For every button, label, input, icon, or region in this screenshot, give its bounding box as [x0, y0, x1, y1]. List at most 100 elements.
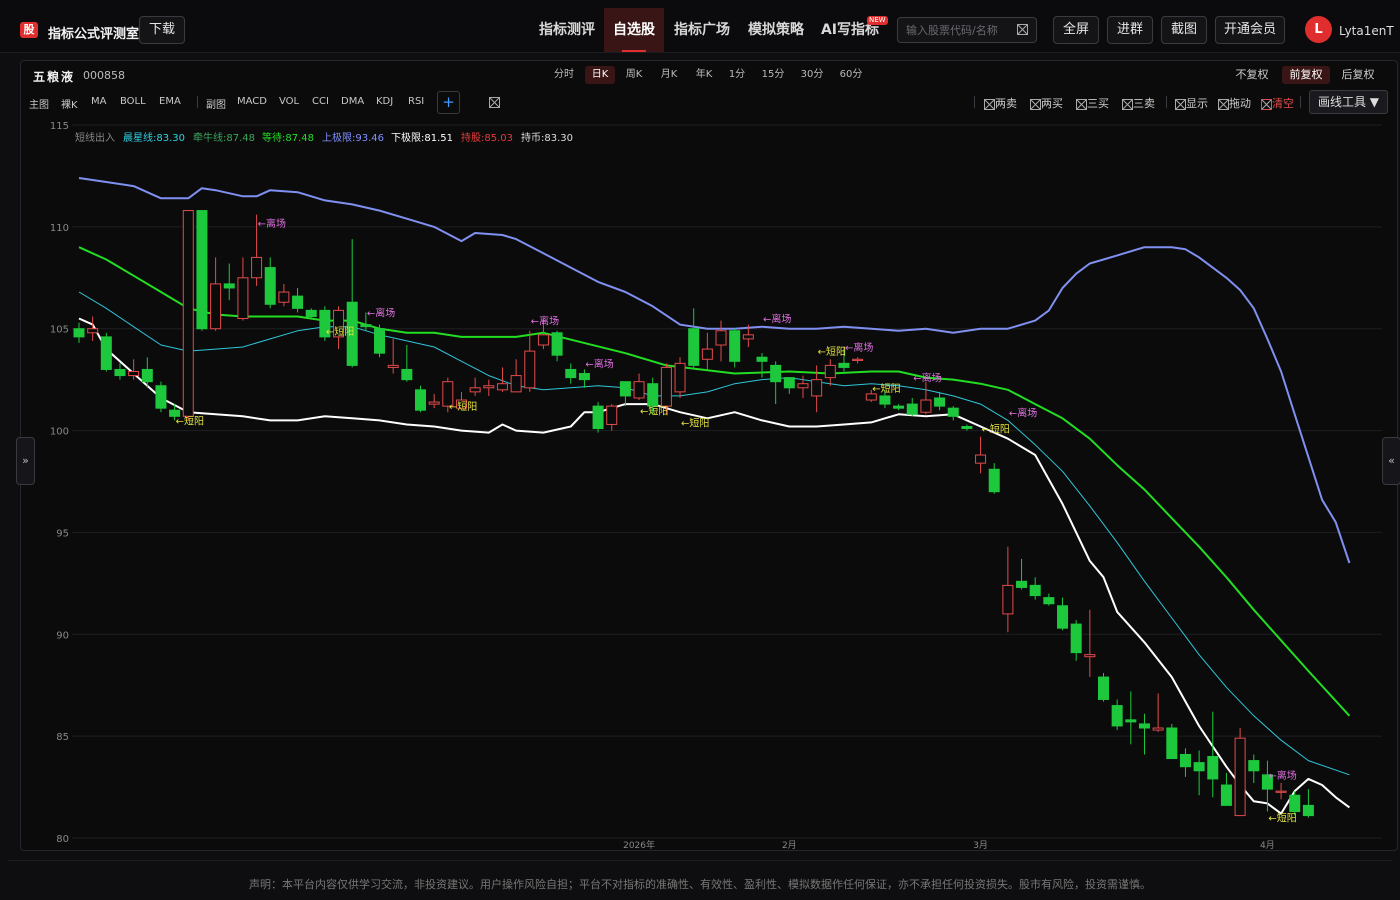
- candle-down: [1207, 756, 1219, 780]
- candle-down: [1193, 762, 1205, 772]
- candle-down: [73, 328, 85, 338]
- candle-down: [1098, 676, 1109, 700]
- candle-down: [100, 336, 112, 370]
- candle-down: [619, 381, 631, 397]
- candle-up: [251, 256, 263, 279]
- candle-down: [551, 332, 563, 356]
- signal-annotation: ←短阳: [818, 345, 846, 358]
- candle-down: [688, 328, 700, 366]
- candle-up: [524, 350, 536, 389]
- candle-down: [1138, 723, 1150, 729]
- x-tick-label: 4月: [1260, 840, 1275, 851]
- x-tick-label: 2月: [782, 840, 797, 851]
- candle-down: [988, 468, 1000, 493]
- candle-up: [606, 405, 618, 425]
- candle-down: [374, 328, 386, 354]
- lower-limit-line: [78, 317, 1350, 815]
- candle-down: [1043, 597, 1055, 605]
- signal-annotation: ←离场: [1268, 769, 1296, 782]
- signal-annotation: ←短阳: [982, 423, 1010, 436]
- signal-annotation: ←短阳: [449, 400, 477, 413]
- candle-up: [797, 383, 809, 389]
- candle-up: [633, 381, 645, 399]
- signal-annotation: ←离场: [1009, 406, 1037, 419]
- candle-down: [756, 356, 768, 362]
- left-panel-toggle[interactable]: »: [16, 437, 35, 485]
- y-tick-label: 95: [56, 528, 69, 539]
- signal-annotation: ←离场: [845, 341, 873, 354]
- waiting-line: [78, 246, 1351, 717]
- candle-up: [1234, 737, 1246, 817]
- candle-down: [592, 405, 604, 430]
- candle-down: [1166, 727, 1178, 760]
- signal-annotation: ←短阳: [1268, 812, 1296, 825]
- signal-annotations: ←离场←短阳←离场←短阳←短阳←离场←离场←短阳←短阳←离场←短阳←离场←短阳←…: [176, 217, 1297, 825]
- candle-down: [783, 377, 795, 389]
- chart-grid: [72, 124, 1382, 839]
- y-tick-label: 100: [50, 427, 69, 438]
- candle-up: [660, 366, 672, 407]
- candle-up: [715, 330, 727, 346]
- disclaimer: 声明：本平台内容仅供学习交流，非投资建议。用户操作风险自担；平台不对指标的准确性…: [249, 878, 1151, 891]
- candle-down: [1070, 623, 1082, 654]
- candle-up: [811, 379, 823, 397]
- y-tick-label: 80: [56, 834, 69, 845]
- candle-up: [824, 364, 836, 379]
- candlestick-chart[interactable]: 11511010510095908580 2026年 2月 3月 4月 ←离场←短阳←…: [0, 0, 1400, 900]
- x-axis-labels: 2026年 2月 3月 4月: [623, 839, 1275, 851]
- y-tick-label: 90: [56, 630, 69, 641]
- candle-up: [742, 334, 754, 340]
- candle-down: [961, 425, 973, 430]
- y-tick-label: 110: [50, 223, 69, 234]
- signal-annotation: ←离场: [531, 315, 559, 328]
- candle-down: [947, 407, 959, 417]
- signal-annotation: ←短阳: [872, 382, 900, 395]
- right-panel-toggle[interactable]: «: [1382, 437, 1400, 485]
- candle-down: [223, 283, 235, 289]
- candle-up: [510, 375, 522, 393]
- y-tick-label: 105: [50, 325, 69, 336]
- candle-down: [647, 383, 659, 407]
- signal-annotation: ←短阳: [640, 404, 668, 417]
- x-tick-label: 3月: [973, 840, 988, 851]
- morning-star-line: [78, 291, 1350, 776]
- y-axis-labels: 115 110 105 100 95 90 85 80: [50, 121, 69, 845]
- candle-down: [906, 403, 918, 415]
- candle-up: [1275, 790, 1287, 793]
- candle-down: [893, 405, 905, 409]
- signal-annotation: ←离场: [585, 357, 613, 370]
- candle-down: [196, 210, 208, 330]
- candle-down: [1179, 753, 1191, 768]
- candle-up: [1152, 727, 1164, 731]
- candle-down: [1248, 760, 1260, 772]
- candle-down: [1289, 794, 1301, 813]
- candles: [73, 210, 1314, 818]
- candle-up: [278, 291, 290, 303]
- candle-up: [87, 328, 99, 334]
- candle-down: [305, 309, 317, 317]
- candle-up: [387, 364, 399, 368]
- candle-down: [565, 368, 577, 379]
- candle-up: [674, 362, 686, 393]
- candle-down: [114, 368, 126, 377]
- candle-down: [770, 364, 782, 383]
- candle-up: [483, 385, 495, 389]
- candle-down: [578, 373, 590, 381]
- signal-annotation: ←短阳: [326, 325, 354, 338]
- candle-down: [1302, 804, 1314, 817]
- candle-up: [428, 401, 440, 405]
- candle-up: [210, 283, 222, 330]
- candle-down: [1016, 580, 1028, 588]
- candle-down: [1111, 705, 1123, 727]
- candle-up: [182, 210, 194, 417]
- candle-down: [1057, 605, 1069, 629]
- candle-down: [934, 397, 946, 407]
- candle-up: [701, 348, 713, 360]
- candle-up: [852, 358, 864, 361]
- signal-annotation: ←离场: [367, 306, 395, 319]
- candle-down: [838, 362, 850, 368]
- candle-down: [1125, 719, 1137, 723]
- candle-down: [1029, 584, 1041, 597]
- signal-annotation: ←离场: [763, 313, 791, 326]
- y-tick-label: 115: [50, 121, 69, 132]
